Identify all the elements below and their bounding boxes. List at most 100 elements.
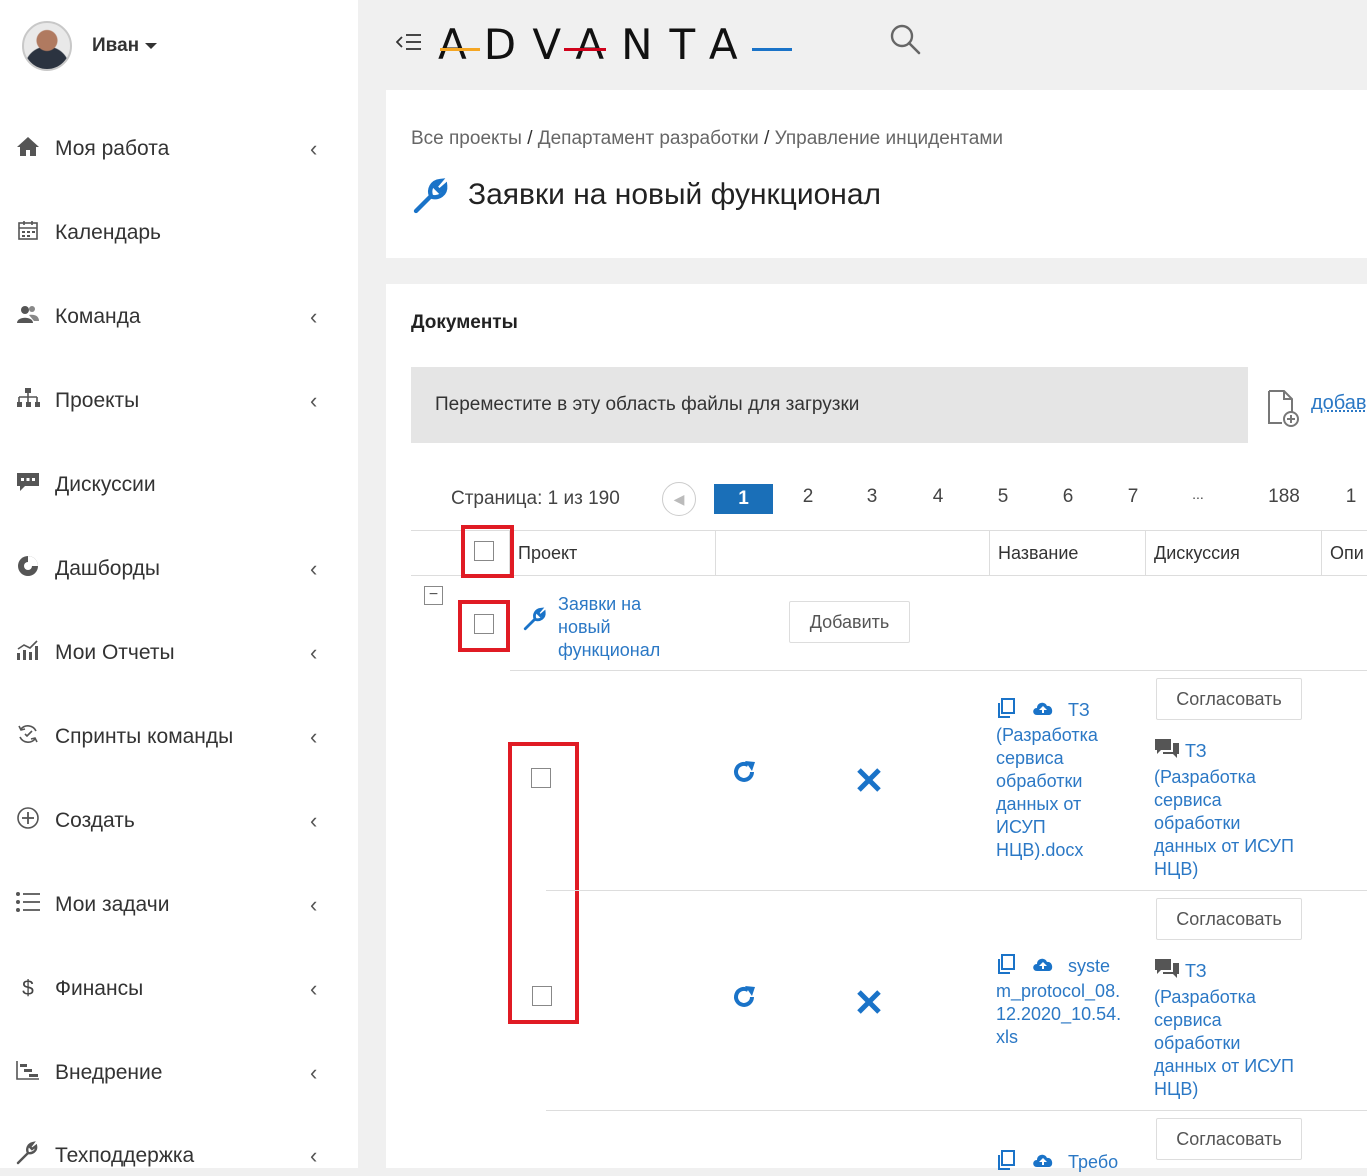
refresh-icon[interactable] <box>731 984 757 1018</box>
group-project-link[interactable]: Заявки на новый функционал <box>558 593 688 662</box>
calendar-icon <box>12 220 44 246</box>
sidebar-item-finance[interactable]: $ Финансы ‹ <box>0 969 358 1009</box>
breadcrumb-separator: / <box>764 128 770 149</box>
file-name-cell[interactable]: syste m_protocol_08. 12.2020_10.54. xls <box>996 954 1141 1049</box>
documents-title: Документы <box>411 312 518 333</box>
sidebar-item-calendar[interactable]: Календарь <box>0 213 358 253</box>
chevron-left-icon: ‹ <box>310 1143 318 1168</box>
chevron-left-icon: ‹ <box>310 556 318 581</box>
cloud-upload-icon[interactable] <box>1031 699 1055 723</box>
caret-down-icon <box>145 42 158 49</box>
delete-icon[interactable] <box>856 985 882 1024</box>
file-dropzone[interactable]: Переместите в эту область файлы для загр… <box>411 367 1248 443</box>
sidebar-item-support[interactable]: Техподдержка ‹ <box>0 1136 358 1176</box>
pager-page-4[interactable]: 4 <box>920 486 956 508</box>
sidebar-item-team[interactable]: Команда ‹ <box>0 297 358 337</box>
page-title: Заявки на новый функционал <box>468 178 882 211</box>
pager-page-3[interactable]: 3 <box>854 486 890 508</box>
wrench-icon <box>522 606 548 637</box>
logo-accent-red <box>564 48 606 51</box>
sidebar-item-dashboards[interactable]: Дашборды ‹ <box>0 549 358 589</box>
wrench-icon <box>411 176 451 216</box>
wrench-icon <box>12 1141 44 1171</box>
sidebar-item-my-work[interactable]: Моя работа ‹ <box>0 129 358 169</box>
pager-ellipsis: ... <box>1192 486 1204 502</box>
breadcrumb: Все проекты / Департамент разработки / У… <box>411 128 1003 150</box>
list-icon <box>12 891 44 919</box>
advanta-logo[interactable]: ADVANTA <box>438 20 755 69</box>
chevron-left-icon: ‹ <box>310 892 318 917</box>
breadcrumb-department[interactable]: Департамент разработки <box>538 128 759 149</box>
logo-accent-blue <box>752 48 792 51</box>
add-button[interactable]: Добавить <box>789 601 910 643</box>
file-name-cell[interactable]: ТЗ (Разработка сервиса обработки данных … <box>996 698 1136 862</box>
sidebar-item-my-reports[interactable]: Мои Отчеты ‹ <box>0 633 358 673</box>
copy-icon[interactable] <box>996 698 1018 724</box>
user-menu[interactable]: Иван <box>22 19 158 73</box>
copy-icon[interactable] <box>996 1150 1018 1176</box>
team-icon <box>12 304 44 330</box>
column-discussion[interactable]: Дискуссия <box>1145 531 1321 575</box>
pager-page-5[interactable]: 5 <box>985 486 1021 508</box>
refresh-icon[interactable] <box>731 759 757 793</box>
approve-button[interactable]: Согласовать <box>1156 678 1302 720</box>
breadcrumb-all-projects[interactable]: Все проекты <box>411 128 522 149</box>
pager-page-7[interactable]: 7 <box>1115 486 1151 508</box>
search-icon[interactable] <box>888 22 928 62</box>
chevron-left-icon: ‹ <box>310 976 318 1001</box>
pager-page-188[interactable]: 188 <box>1266 486 1302 508</box>
breadcrumb-separator: / <box>527 128 533 149</box>
column-name[interactable]: Название <box>989 531 1145 575</box>
approve-button[interactable]: Согласовать <box>1156 1118 1302 1160</box>
topbar: ADVANTA <box>358 10 1367 80</box>
sidebar-item-discussions[interactable]: Дискуссии <box>0 465 358 505</box>
pager-page-2[interactable]: 2 <box>790 486 826 508</box>
column-project[interactable]: Проект <box>509 531 715 575</box>
column-blank <box>715 531 989 575</box>
sidebar-item-implementation[interactable]: Внедрение ‹ <box>0 1053 358 1093</box>
breadcrumb-incident-management[interactable]: Управление инцидентами <box>775 128 1003 149</box>
highlight-box <box>458 600 510 652</box>
discussion-cell[interactable]: ТЗ (Разработка сервиса обработки данных … <box>1154 738 1329 881</box>
cloud-upload-icon[interactable] <box>1031 955 1055 979</box>
row-checkbox[interactable] <box>531 768 551 788</box>
pager-page-6[interactable]: 6 <box>1050 486 1086 508</box>
sidebar-item-my-tasks[interactable]: Мои задачи ‹ <box>0 885 358 925</box>
column-description[interactable]: Опи <box>1321 531 1367 575</box>
copy-icon[interactable] <box>996 954 1018 980</box>
sidebar-item-team-sprints[interactable]: Спринты команды ‹ <box>0 717 358 757</box>
user-name[interactable]: Иван <box>92 35 158 57</box>
sidebar-item-projects[interactable]: Проекты ‹ <box>0 381 358 421</box>
avatar[interactable] <box>22 21 72 71</box>
pie-chart-icon <box>12 555 44 583</box>
chevron-left-icon: ‹ <box>310 808 318 833</box>
collapse-menu-icon[interactable] <box>395 31 422 57</box>
logo-accent-orange <box>440 48 480 51</box>
chevron-left-icon: ‹ <box>310 136 318 161</box>
pager-page-last[interactable]: 1 <box>1336 486 1366 508</box>
sidebar: Иван Моя работа ‹ Календарь Команда ‹ Пр… <box>0 0 358 1168</box>
comments-icon <box>1154 738 1180 766</box>
comment-icon <box>12 472 44 498</box>
add-file-link[interactable]: добав <box>1311 392 1367 415</box>
collapse-group-toggle[interactable]: − <box>424 586 443 605</box>
chevron-left-icon: ‹ <box>310 304 318 329</box>
approve-button[interactable]: Согласовать <box>1156 898 1302 940</box>
chevron-left-icon: ‹ <box>310 388 318 413</box>
pager-prev-button[interactable]: ◀ <box>662 482 696 516</box>
chevron-left-icon: ‹ <box>310 724 318 749</box>
sprint-icon <box>12 723 44 751</box>
cloud-upload-icon[interactable] <box>1031 1151 1055 1175</box>
dollar-icon: $ <box>22 977 34 1000</box>
dropzone-text: Переместите в эту область файлы для загр… <box>435 394 860 415</box>
add-file-icon[interactable] <box>1266 389 1300 427</box>
chevron-left-icon: ‹ <box>310 640 318 665</box>
row-checkbox[interactable] <box>532 986 552 1006</box>
delete-icon[interactable] <box>856 763 882 802</box>
pager-page-1[interactable]: 1 <box>714 484 773 514</box>
table-header: Проект Название Дискуссия Опи <box>411 530 1367 576</box>
sidebar-item-create[interactable]: Создать ‹ <box>0 801 358 841</box>
file-name-cell[interactable]: Требо <box>996 1150 1141 1176</box>
discussion-cell[interactable]: ТЗ (Разработка сервиса обработки данных … <box>1154 958 1329 1101</box>
home-icon <box>12 134 44 164</box>
